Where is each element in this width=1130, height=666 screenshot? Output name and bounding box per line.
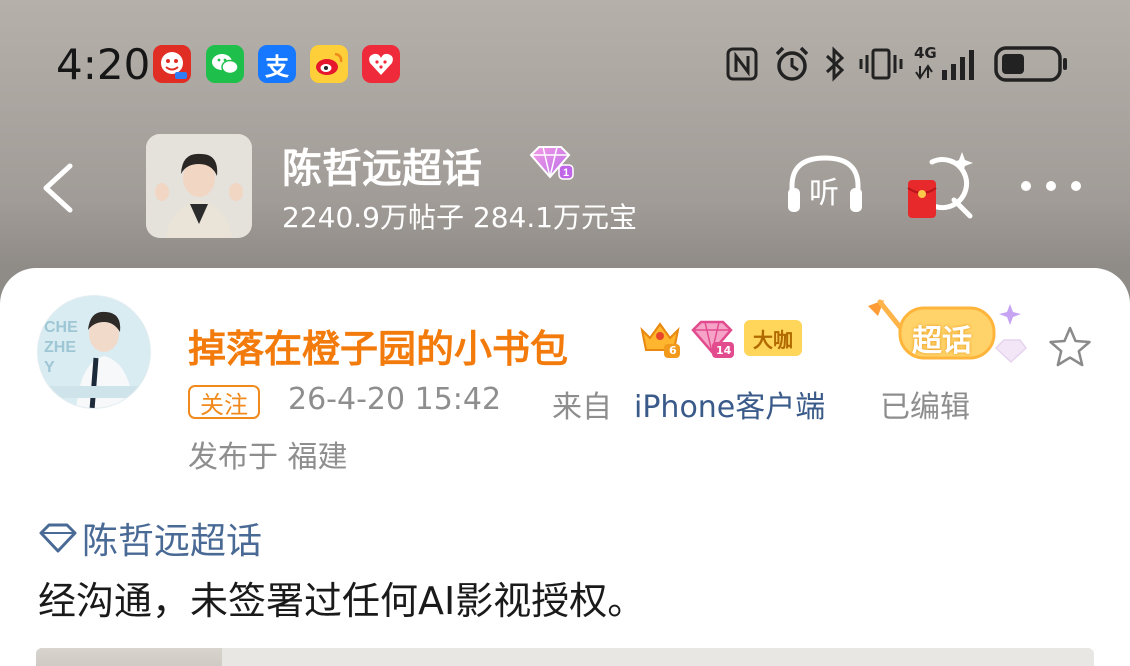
chaohua-sticker-label: 超话 [912, 324, 972, 359]
weibo-icon [310, 45, 348, 83]
back-icon[interactable] [38, 160, 78, 216]
edited-label[interactable]: 已编辑 [880, 382, 970, 426]
status-time: 4:20 [56, 40, 151, 89]
signal-4g-icon: 4G [914, 44, 984, 84]
favorite-star-icon[interactable] [1046, 324, 1094, 372]
user-avatar[interactable]: CHE ZHE Y [37, 295, 151, 409]
post-location: 发布于 福建 [188, 440, 348, 475]
source-prefix: 来自 [552, 390, 612, 425]
topic-link-text: 陈哲远超话 [82, 521, 263, 562]
vibrate-icon [858, 44, 904, 84]
topic-title: 陈哲远超话 [282, 146, 482, 192]
gem-level-badge: 14 [690, 316, 736, 360]
post-timestamp: 26-4-20 15:42 [288, 382, 502, 417]
status-bar: 4:20 支 4G [0, 0, 1130, 130]
daka-badge: 大咖 [744, 320, 802, 356]
alipay-glyph: 支 [265, 52, 289, 81]
wechat-icon [206, 45, 244, 83]
battery-icon [994, 44, 1070, 84]
post-image-thumbnail[interactable] [36, 648, 222, 666]
svg-text:1: 1 [563, 167, 569, 179]
red-packet-search-icon[interactable] [904, 150, 980, 222]
svg-text:ZHE: ZHE [44, 339, 76, 356]
gem-level-text: 14 [716, 344, 732, 357]
taobao-icon [362, 45, 400, 83]
username[interactable]: 掉落在橙子园的小书包 [188, 318, 568, 373]
bluetooth-icon [822, 44, 848, 84]
more-options-icon[interactable] [1018, 176, 1084, 196]
source-link[interactable]: iPhone客户端 [634, 382, 825, 426]
post-image-strip[interactable] [36, 648, 1094, 666]
post-body-text: 经沟通，未签署过任何AI影视授权。 [38, 579, 646, 623]
crown-level-badge: 6 [638, 316, 682, 360]
svg-text:CHE: CHE [44, 319, 78, 336]
follow-button[interactable]: 关注 [188, 385, 260, 419]
topic-avatar[interactable] [146, 134, 252, 238]
nfc-icon [724, 44, 760, 84]
pinduoduo-icon [153, 45, 191, 83]
crown-level-text: 6 [669, 344, 677, 357]
svg-text:Y: Y [44, 359, 55, 376]
alarm-icon [772, 44, 812, 84]
alipay-icon: 支 [258, 45, 296, 83]
topic-stats: 2240.9万帖子 284.1万元宝 [282, 201, 638, 234]
gem-badge-icon: 1 [529, 146, 574, 180]
topic-gem-icon [39, 523, 77, 553]
listen-label: 听 [809, 176, 839, 211]
chaohua-sticker: 超话 [864, 292, 1034, 372]
topic-link[interactable]: 陈哲远超话 [38, 512, 262, 564]
listen-button[interactable]: 听 [784, 152, 866, 216]
